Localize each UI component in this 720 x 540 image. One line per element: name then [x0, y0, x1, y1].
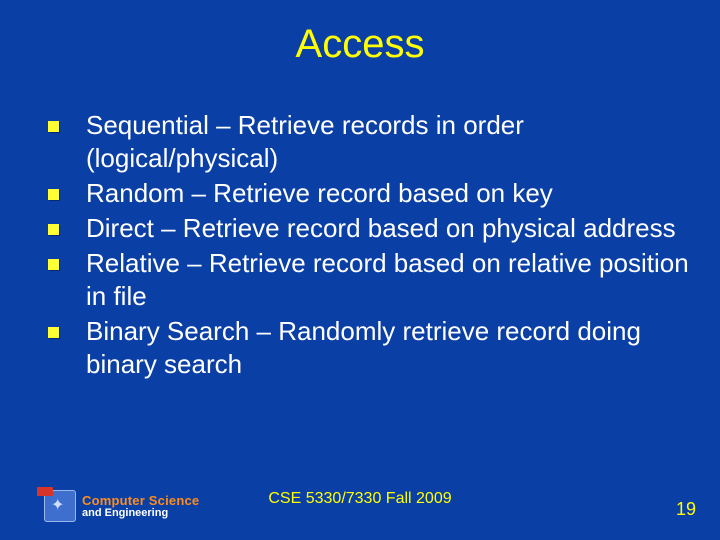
slide-body: Sequential – Retrieve records in order (… [0, 67, 720, 381]
bullet-list: Sequential – Retrieve records in order (… [42, 109, 690, 381]
slide-title: Access [0, 0, 720, 67]
footer-course: CSE 5330/7330 Fall 2009 [0, 490, 720, 508]
list-item: Binary Search – Randomly retrieve record… [42, 315, 690, 381]
list-item: Direct – Retrieve record based on physic… [42, 212, 690, 245]
list-item: Relative – Retrieve record based on rela… [42, 247, 690, 313]
slide-footer: Computer Science and Engineering CSE 533… [0, 480, 720, 520]
list-item: Random – Retrieve record based on key [42, 177, 690, 210]
slide: Access Sequential – Retrieve records in … [0, 0, 720, 540]
list-item: Sequential – Retrieve records in order (… [42, 109, 690, 175]
logo-line2: and Engineering [82, 508, 199, 519]
page-number: 19 [676, 499, 696, 520]
